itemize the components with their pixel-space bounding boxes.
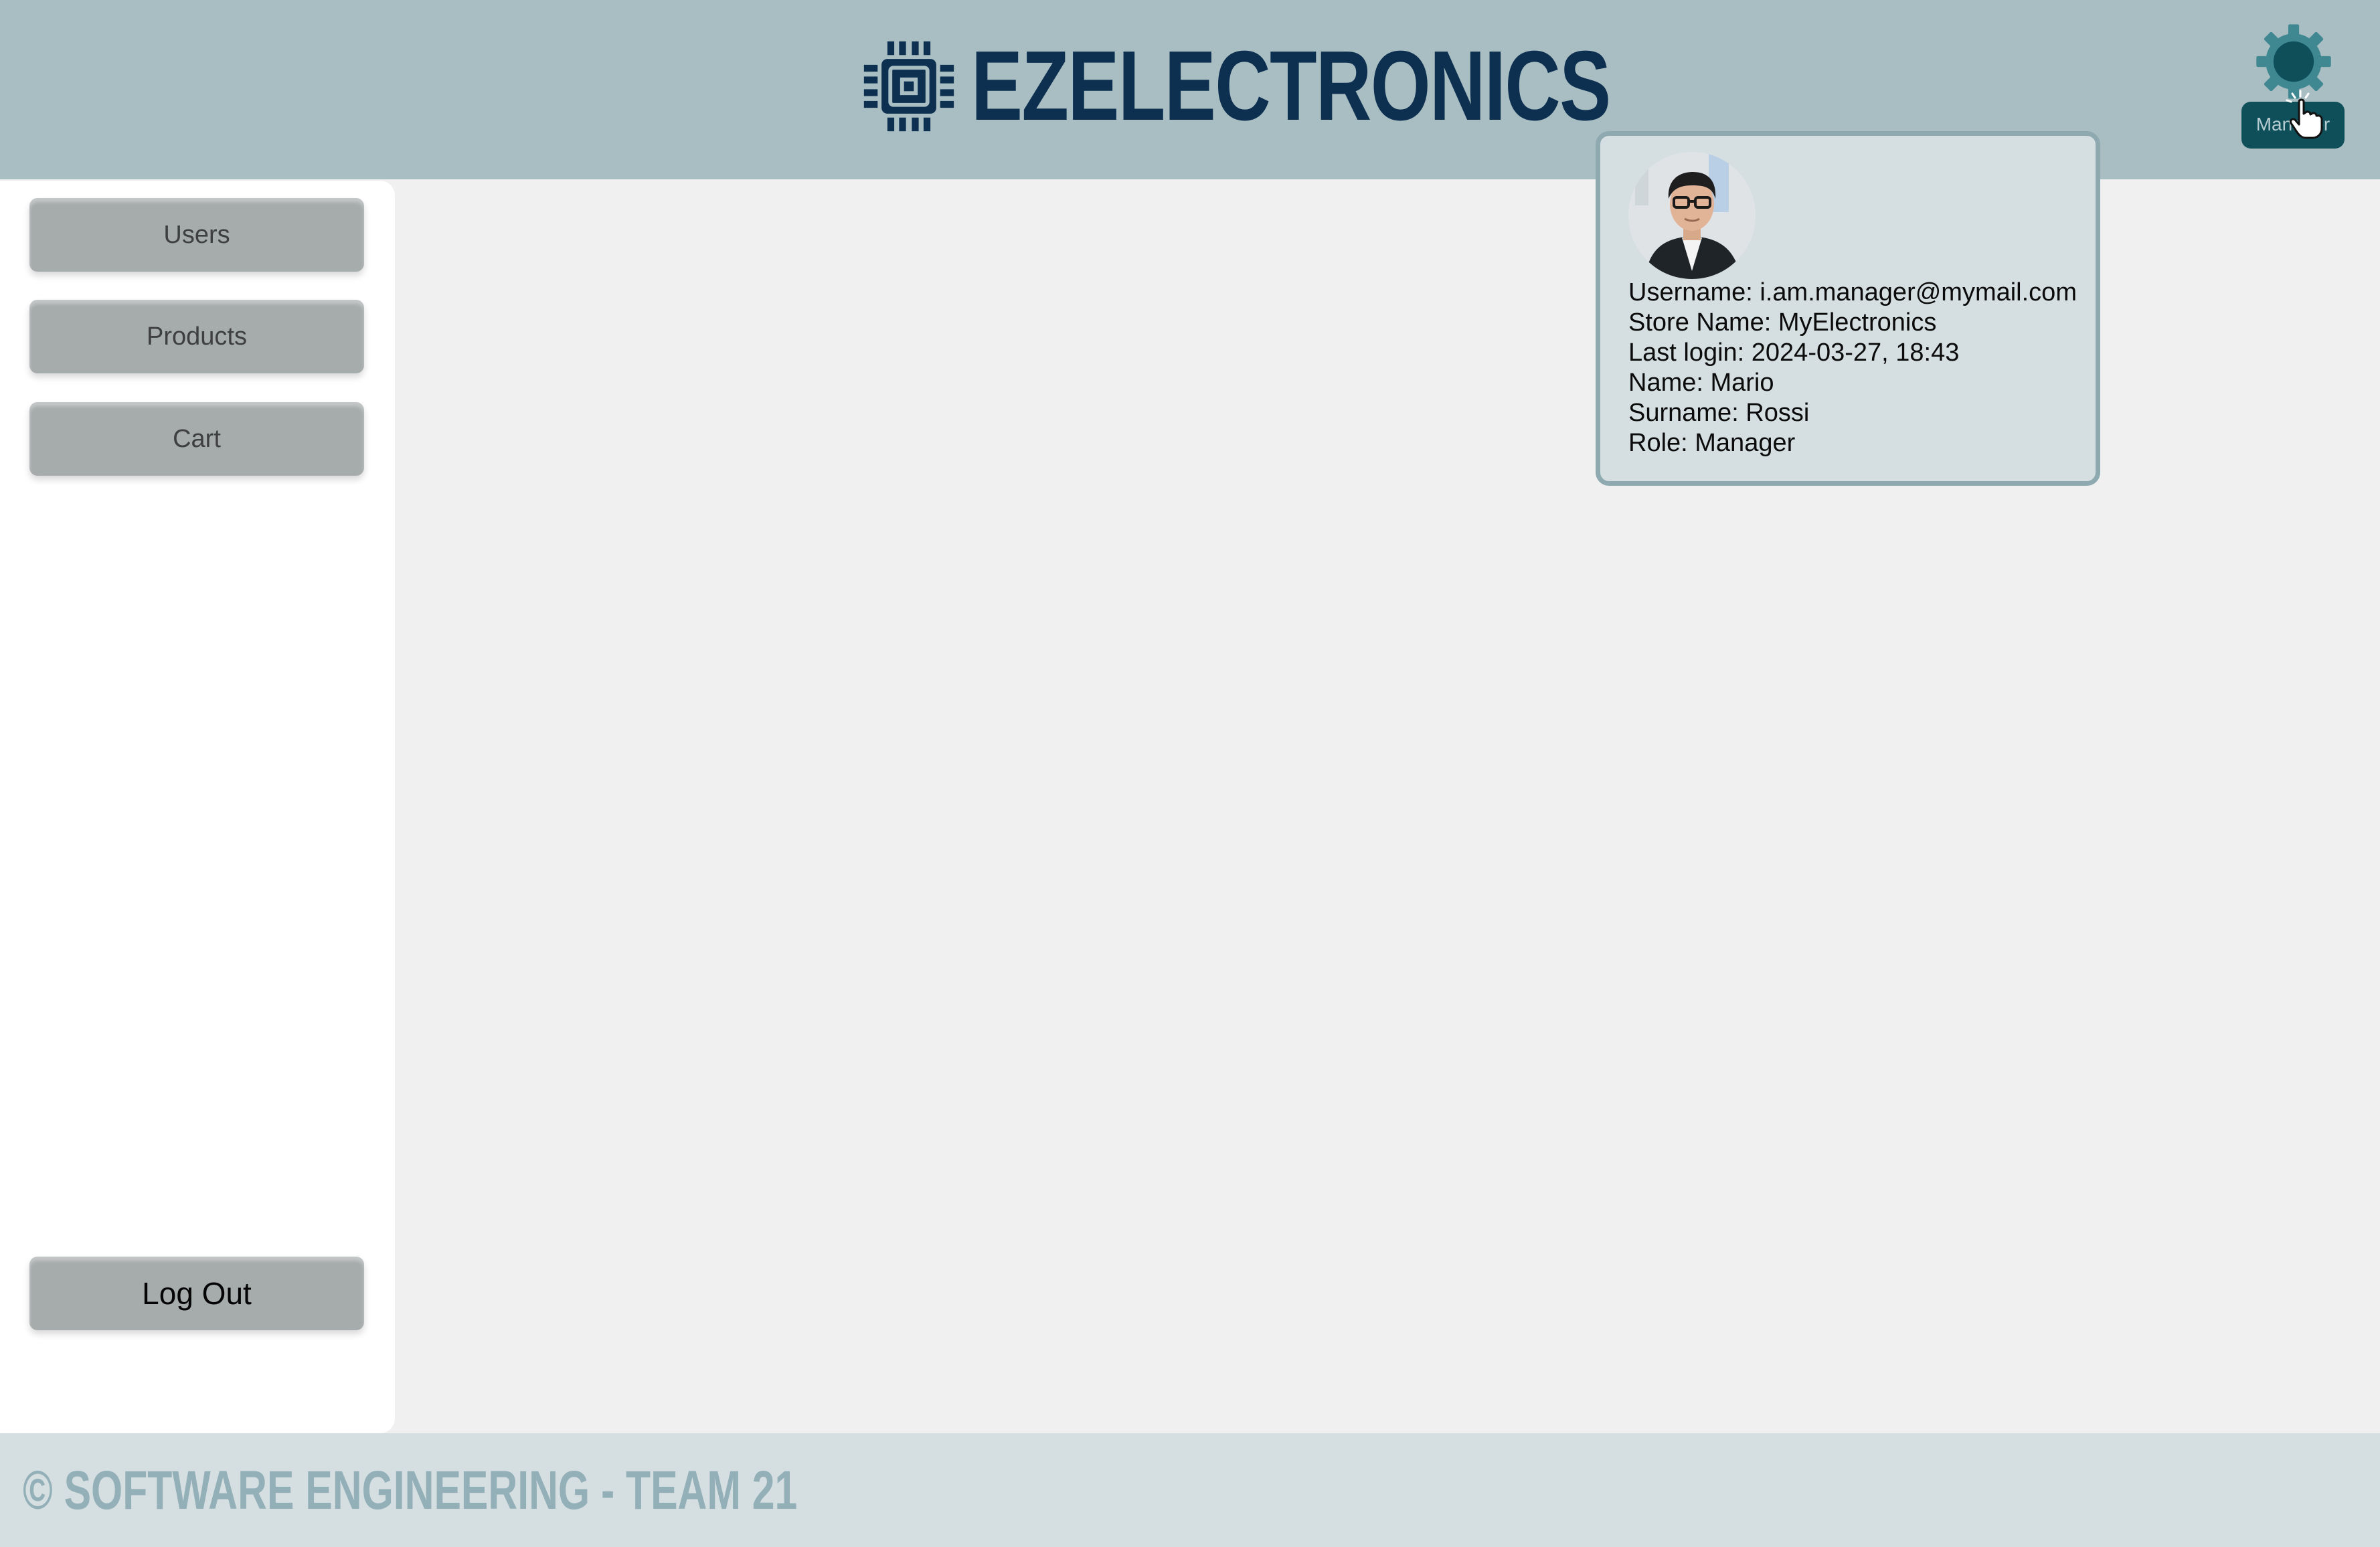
brand-logo[interactable]: EZELECTRONICS [860,36,1790,136]
sidebar-item-label: Products [147,322,247,351]
profile-role: Role: Manager [1628,429,1796,457]
hand-cursor-icon [2286,90,2323,139]
profile-popup: Username: i.am.manager@mymail.com Store … [1596,131,2100,486]
logout-button[interactable]: Log Out [29,1257,364,1330]
profile-details: Username: i.am.manager@mymail.com Store … [1628,278,2077,458]
chip-icon [863,41,954,132]
profile-last-login: Last login: 2024-03-27, 18:43 [1628,339,1960,367]
footer-copyright: © SOFTWARE ENGINEERING - TEAM 21 [23,1460,798,1521]
avatar-portrait [1628,152,1756,279]
profile-username: Username: i.am.manager@mymail.com [1628,278,2077,306]
profile-name: Name: Mario [1628,369,1774,397]
profile-surname: Surname: Rossi [1628,399,1810,427]
profile-store-name: Store Name: MyElectronics [1628,308,1937,337]
profile-button[interactable]: Manager [2240,23,2347,151]
sidebar-item-users[interactable]: Users [29,198,364,272]
sidebar-item-products[interactable]: Products [29,300,364,373]
gear-icon [2256,24,2331,99]
sidebar-item-label: Cart [173,424,221,453]
logout-label: Log Out [142,1276,252,1311]
sidebar-item-cart[interactable]: Cart [29,402,364,476]
sidebar-item-label: Users [163,220,230,249]
sidebar: Users Products Cart Log Out [0,181,395,1433]
brand-name: EZELECTRONICS [971,31,1611,141]
user-avatar [1628,152,1756,279]
app-footer: © SOFTWARE ENGINEERING - TEAM 21 [0,1433,2380,1547]
